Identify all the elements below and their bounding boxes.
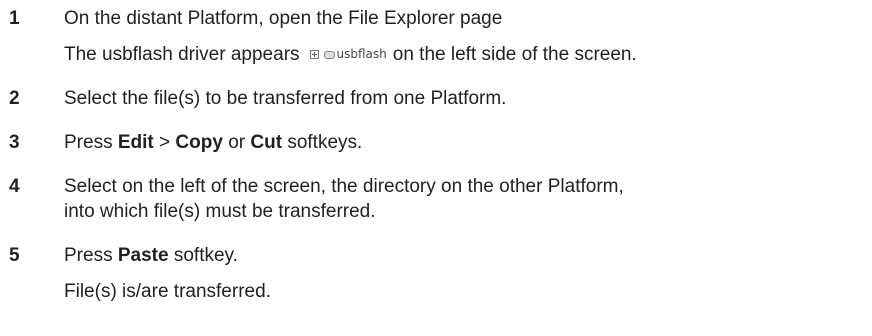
expand-icon [309,50,319,59]
step-5: 5 Press Paste softkey. File(s) is/are tr… [0,243,872,304]
cut-softkey-label: Cut [250,132,283,153]
step-1: 1 On the distant Platform, open the File… [0,6,872,67]
step-number: 2 [9,88,20,109]
usb-drive-icon [323,50,335,59]
paste-softkey-label: Paste [117,245,169,266]
step-text: Select the file(s) to be transferred fro… [64,88,507,109]
step-number: 4 [9,176,20,197]
copy-softkey-label: Copy [175,132,223,153]
step-4: 4 Select on the left of the screen, the … [0,174,872,224]
step-result: File(s) is/are transferred. [64,281,271,302]
usbflash-label: usbflash [336,47,387,61]
step-text: Press Paste softkey. [64,245,238,266]
step-number: 1 [9,8,20,29]
step-text: Select on the left of the screen, the di… [64,176,624,197]
step-text: Press Edit > Copy or Cut softkeys. [64,132,363,153]
edit-softkey-label: Edit [117,132,154,153]
step-2: 2 Select the file(s) to be transferred f… [0,86,872,111]
step-number: 3 [9,132,20,153]
step-result: The usbflash driver appears usbflash on th… [64,42,637,67]
step-number: 5 [9,245,20,266]
step-text-cont: into which file(s) must be transferred. [64,201,376,222]
procedure-steps: 1 On the distant Platform, open the File… [0,6,872,323]
step-text: On the distant Platform, open the File E… [64,8,503,29]
step-3: 3 Press Edit > Copy or Cut softkeys. [0,130,872,155]
usbflash-tree-node: usbflash [309,42,387,67]
